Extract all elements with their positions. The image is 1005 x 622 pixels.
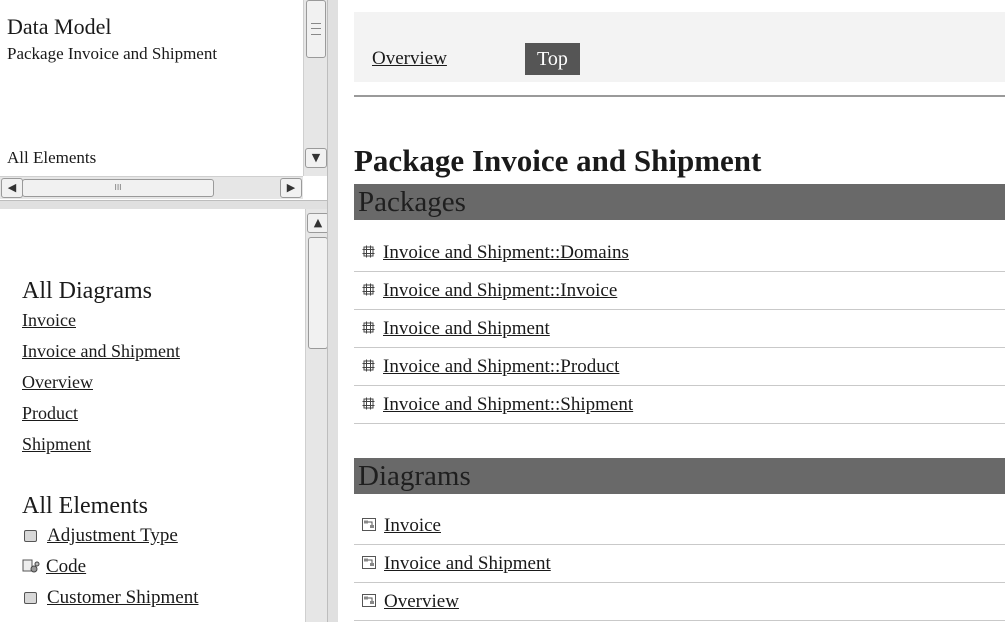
datatype-icon (22, 559, 40, 572)
package-icon (362, 245, 375, 257)
all-elements-link[interactable]: All Elements (7, 148, 96, 168)
left-bottom-content: All Diagrams Invoice Invoice and Shipmen… (22, 277, 302, 613)
diagram-link-overview[interactable]: Overview (22, 367, 302, 398)
navigation-bar: Overview Top (354, 12, 1005, 82)
scroll-left-arrow-icon[interactable]: ◀ (1, 178, 23, 198)
package-icon (362, 397, 375, 409)
table-row: Invoice and Shipment::Shipment (354, 387, 1005, 424)
nav-overview-link[interactable]: Overview (372, 48, 447, 70)
diagram-link-product[interactable]: Product (22, 398, 302, 429)
diagram-icon (362, 555, 376, 569)
diagram-icon (362, 593, 376, 607)
table-row: Invoice and Shipment (354, 311, 1005, 348)
divider (354, 95, 1005, 97)
list-item: Customer Shipment (22, 582, 302, 613)
left-top-frame: Data Model Package Invoice and Shipment … (0, 0, 327, 200)
diagram-link-invoice[interactable]: Invoice (384, 515, 441, 537)
table-row: Overview (354, 584, 1005, 621)
package-link-invoice-and-shipment[interactable]: Invoice and Shipment (383, 318, 550, 340)
scroll-up-arrow-icon[interactable]: ▲ (307, 213, 327, 233)
table-row: Invoice and Shipment::Product (354, 349, 1005, 386)
table-row: Invoice and Shipment::Invoice (354, 273, 1005, 310)
element-link-adjustment-type[interactable]: Adjustment Type (47, 520, 178, 551)
table-row: Invoice (354, 508, 1005, 545)
list-item: Adjustment Type (22, 520, 302, 551)
all-elements-heading: All Elements (22, 493, 148, 519)
packages-section-header: Packages (354, 184, 1005, 220)
list-item: Code (22, 551, 302, 582)
scrollbar-thumb[interactable] (306, 0, 326, 58)
diagram-link-overview[interactable]: Overview (384, 591, 459, 613)
table-row: Invoice and Shipment (354, 546, 1005, 583)
diagram-link-invoice-and-shipment[interactable]: Invoice and Shipment (22, 336, 302, 367)
left-bottom-frame: All Diagrams Invoice Invoice and Shipmen… (0, 209, 327, 622)
diagram-link-invoice-and-shipment[interactable]: Invoice and Shipment (384, 553, 551, 575)
scrollbar-thumb[interactable] (308, 237, 327, 349)
class-icon (24, 529, 37, 542)
all-diagrams-heading: All Diagrams (22, 278, 152, 304)
package-link-invoice[interactable]: Invoice and Shipment::Invoice (383, 280, 617, 302)
page-title: Package Invoice and Shipment (354, 143, 762, 178)
current-package-label: Package Invoice and Shipment (7, 44, 218, 63)
package-link-domains[interactable]: Invoice and Shipment::Domains (383, 242, 629, 264)
package-icon (362, 283, 375, 295)
package-icon (362, 359, 375, 371)
table-row: Invoice and Shipment::Domains (354, 235, 1005, 272)
left-top-vertical-scrollbar[interactable]: ▼ (303, 0, 327, 176)
left-bottom-vertical-scrollbar[interactable]: ▲ (305, 209, 327, 622)
diagram-link-invoice[interactable]: Invoice (22, 305, 302, 336)
package-icon (362, 321, 375, 333)
element-link-code[interactable]: Code (46, 551, 86, 582)
left-top-horizontal-scrollbar[interactable]: ◀ III ▶ (0, 176, 303, 199)
diagram-icon (362, 517, 376, 531)
scrollbar-thumb[interactable]: III (22, 179, 214, 197)
scroll-down-arrow-icon[interactable]: ▼ (305, 148, 327, 168)
class-icon (24, 591, 37, 604)
diagram-link-shipment[interactable]: Shipment (22, 429, 302, 460)
scroll-right-arrow-icon[interactable]: ▶ (280, 178, 302, 198)
diagrams-section-header: Diagrams (354, 458, 1005, 494)
nav-top-tab[interactable]: Top (525, 43, 580, 75)
package-link-shipment[interactable]: Invoice and Shipment::Shipment (383, 394, 633, 416)
model-title: Data Model (7, 14, 112, 39)
element-link-customer-shipment[interactable]: Customer Shipment (47, 582, 198, 613)
package-link-product[interactable]: Invoice and Shipment::Product (383, 356, 619, 378)
main-frame: Overview Top Package Invoice and Shipmen… (338, 0, 1005, 622)
left-top-content: Data Model Package Invoice and Shipment (7, 14, 302, 66)
